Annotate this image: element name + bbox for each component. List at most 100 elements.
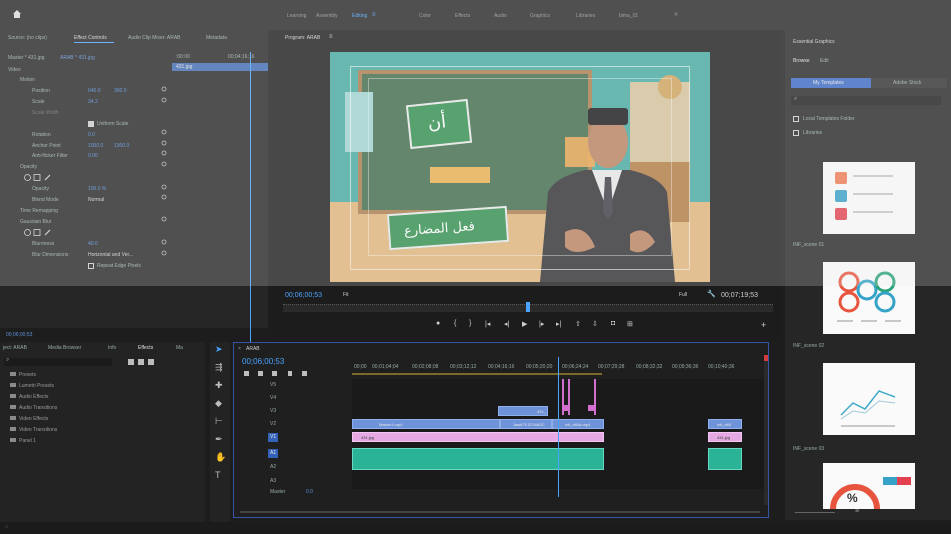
antiflicker-value[interactable]: 0.00 bbox=[88, 153, 98, 159]
clip-v1-431-end[interactable]: 431.jpg bbox=[708, 432, 742, 442]
ec-playhead[interactable] bbox=[250, 52, 251, 342]
home-icon[interactable] bbox=[12, 9, 22, 19]
extract-icon[interactable]: ⇩ bbox=[592, 320, 598, 328]
libraries-checkbox[interactable] bbox=[793, 130, 799, 136]
timeline-playhead[interactable] bbox=[558, 357, 559, 497]
clip-a1-audio[interactable] bbox=[352, 448, 604, 470]
anchor-y[interactable]: 1300.0 bbox=[114, 143, 129, 149]
uniform-scale-checkbox[interactable] bbox=[88, 121, 94, 127]
program-timecode[interactable]: 00;06;00;53 bbox=[285, 292, 322, 299]
clip-v3[interactable]: 431_ bbox=[498, 406, 548, 416]
pen-tool-icon[interactable]: ✒ bbox=[215, 434, 223, 445]
motion-section[interactable]: Motion bbox=[20, 77, 35, 83]
template-thumbnail-4[interactable]: % bbox=[823, 463, 915, 510]
clip-v2-intl-end[interactable]: Intl_a65 bbox=[708, 419, 742, 429]
ec-current-time[interactable]: 00;06;00;53 bbox=[6, 332, 32, 338]
clip-v1-431[interactable]: 431.jpg bbox=[352, 432, 604, 442]
export-frame-icon[interactable]: ◘ bbox=[611, 320, 615, 327]
program-playhead[interactable] bbox=[526, 302, 530, 312]
folder-lumetri-presets[interactable]: Lumetri Presets bbox=[10, 383, 54, 389]
tab-effects[interactable]: Effects bbox=[138, 345, 153, 351]
go-to-out-icon[interactable]: ▸| bbox=[556, 320, 561, 328]
track-select-tool-icon[interactable]: ⇶ bbox=[215, 362, 223, 373]
comparison-view-icon[interactable]: ⊞ bbox=[627, 320, 633, 328]
razor-tool-icon[interactable]: ◆ bbox=[215, 398, 222, 409]
template-thumbnail-1[interactable] bbox=[823, 162, 915, 234]
workspace-editing[interactable]: Editing bbox=[352, 13, 367, 19]
eg-zoom-slider[interactable] bbox=[795, 512, 835, 513]
effects-search-input[interactable]: ⌕ bbox=[4, 357, 112, 366]
track-header-a1[interactable]: A1 bbox=[258, 449, 348, 458]
time-remapping-section[interactable]: Time Remapping bbox=[20, 208, 58, 214]
video-frame[interactable]: أن فعل المضارع bbox=[330, 52, 710, 282]
local-folder-checkbox[interactable] bbox=[793, 116, 799, 122]
work-area-bar[interactable] bbox=[352, 373, 602, 375]
blur-mask-icons[interactable] bbox=[24, 229, 56, 236]
timeline-ruler[interactable]: 00;00 00;01;04;04 00;02;08;08 00;03;12;1… bbox=[352, 357, 766, 377]
position-y[interactable]: 360.0 bbox=[114, 88, 127, 94]
type-tool-icon[interactable]: T bbox=[215, 470, 221, 480]
workspace-graphics[interactable]: Graphics bbox=[530, 13, 550, 19]
adobe-stock-button[interactable]: Adobe Stock bbox=[871, 78, 947, 88]
tab-info[interactable]: Info bbox=[108, 345, 116, 351]
anchor-x[interactable]: 1000.0 bbox=[88, 143, 103, 149]
mark-in-icon[interactable]: { bbox=[454, 320, 456, 327]
timeline-timecode[interactable]: 00;06;00;53 bbox=[242, 357, 284, 366]
tab-metadata[interactable]: Metadata bbox=[206, 35, 227, 41]
workspace-assembly[interactable]: Assembly bbox=[316, 13, 338, 19]
opacity-value[interactable]: 100.0 % bbox=[88, 186, 106, 192]
step-back-icon[interactable]: ◂| bbox=[504, 320, 509, 328]
fit-select[interactable]: Fit bbox=[343, 292, 349, 298]
mask-shape-icons[interactable] bbox=[24, 174, 56, 181]
more-workspaces[interactable]: » bbox=[674, 11, 678, 18]
lift-icon[interactable]: ⇧ bbox=[575, 320, 581, 328]
folder-audio-effects[interactable]: Audio Effects bbox=[10, 394, 48, 400]
play-icon[interactable]: ▶ bbox=[522, 320, 527, 328]
track-header-a3[interactable]: A3 bbox=[258, 477, 348, 486]
folder-presets[interactable]: Presets bbox=[10, 372, 36, 378]
template-thumbnail-3[interactable] bbox=[823, 363, 915, 435]
timeline-close-icon[interactable]: × bbox=[238, 346, 241, 352]
workspace-libraries[interactable]: Libraries bbox=[576, 13, 595, 19]
my-templates-button[interactable]: My Templates bbox=[791, 78, 871, 88]
step-forward-icon[interactable]: |▸ bbox=[539, 320, 544, 328]
tab-browse[interactable]: Browse bbox=[793, 58, 810, 64]
workspace-effects[interactable]: Effects bbox=[455, 13, 470, 19]
master-volume[interactable]: 0.0 bbox=[306, 489, 313, 495]
add-button-icon[interactable]: + bbox=[761, 320, 766, 330]
workspace-learning[interactable]: Learning bbox=[287, 13, 306, 19]
clip-a1-audio-end[interactable] bbox=[708, 448, 742, 470]
tab-source[interactable]: Source: (no clips) bbox=[8, 35, 47, 41]
blur-dimensions-select[interactable]: Horizontal and Ver... bbox=[88, 252, 133, 258]
clip-v2-master1[interactable]: Master1.mp4 bbox=[352, 419, 500, 429]
add-marker-icon[interactable]: ● bbox=[436, 320, 440, 327]
track-header-v2[interactable]: V2 bbox=[258, 420, 348, 429]
program-tab[interactable]: Program: ARAB bbox=[285, 35, 320, 41]
mark-out-icon[interactable]: } bbox=[469, 320, 471, 327]
master-clip-label[interactable]: Master * 431.jpg bbox=[8, 55, 44, 61]
tab-edit[interactable]: Edit bbox=[820, 58, 829, 64]
folder-panel-1[interactable]: Panel 1 bbox=[10, 438, 36, 444]
opacity-section[interactable]: Opacity bbox=[20, 164, 37, 170]
bin-icons[interactable] bbox=[128, 359, 156, 365]
track-header-v4[interactable]: V4 bbox=[258, 394, 348, 403]
tab-effect-controls[interactable]: Effect Controls bbox=[74, 35, 107, 41]
tab-markers[interactable]: Ma bbox=[176, 345, 183, 351]
menu-icon[interactable]: ≡ bbox=[372, 12, 376, 18]
track-header-v3[interactable]: V3 bbox=[258, 407, 348, 416]
tab-media-browser[interactable]: Media Browser bbox=[48, 345, 81, 351]
eg-list-view-icon[interactable]: ≡ bbox=[855, 508, 859, 515]
hand-tool-icon[interactable]: ✋ bbox=[215, 452, 226, 463]
ripple-edit-tool-icon[interactable]: ✚ bbox=[215, 380, 223, 391]
repeat-edge-checkbox[interactable] bbox=[88, 263, 94, 269]
workspace-bima[interactable]: bima_01 bbox=[619, 13, 638, 19]
sequence-clip-label[interactable]: ARAB * 431.jpg bbox=[60, 55, 95, 61]
workspace-audio[interactable]: Audio bbox=[494, 13, 507, 19]
blend-mode-select[interactable]: Normal bbox=[88, 197, 104, 203]
track-header-v5[interactable]: V5 bbox=[258, 381, 348, 390]
markers[interactable] bbox=[560, 379, 600, 415]
template-search-input[interactable]: ⌕ bbox=[791, 96, 941, 105]
timeline-zoom-scrollbar[interactable] bbox=[240, 511, 760, 513]
clip-v2-intl[interactable]: Intl_a65a.mp4 bbox=[552, 419, 604, 429]
folder-video-effects[interactable]: Video Effects bbox=[10, 416, 48, 422]
